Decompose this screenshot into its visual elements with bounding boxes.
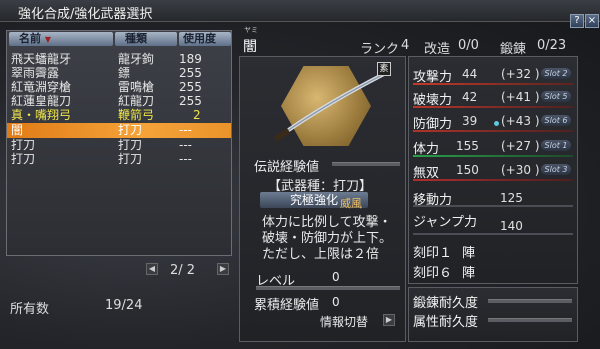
help-button[interactable]: ? [570, 14, 584, 28]
title-bar: 強化合成/強化武器選択 [0, 0, 600, 22]
stat-break-bar [413, 106, 573, 108]
skill-desc-line3: ただし、上限は２倍 [262, 247, 380, 262]
list-item-selected[interactable]: 闇 打刀 --- [7, 123, 231, 138]
list-item[interactable]: 紅竜淵穿槍 雷鳴槍 255 [7, 81, 231, 94]
rank-label: ランク [360, 42, 400, 57]
skill-name: 究極強化 [289, 193, 338, 207]
weapon-furigana: ヤミ [244, 26, 258, 34]
stat-life-bar [413, 155, 573, 157]
mark-6-label: 刻印６ [413, 266, 453, 281]
material-tag: 素 [377, 62, 391, 76]
slot-badge: Slot 5 [541, 91, 571, 102]
stat-break-value: 42 [462, 90, 478, 104]
stat-move-bar [413, 205, 573, 207]
stat-jump-bar [413, 233, 573, 235]
level-bar [256, 286, 400, 290]
stat-life-bonus: (+27 ) [501, 139, 540, 153]
stat-defense-bar [413, 130, 573, 132]
slot-badge: Slot 2 [541, 68, 571, 79]
stat-move-value: 125 [500, 191, 523, 205]
stat-musou-bar [413, 179, 573, 181]
list-item[interactable]: 真・嘴翔弓 鞭箭弓 2 [7, 109, 231, 122]
list-header: 名前 ▼ 種類 使用度 [7, 31, 231, 47]
list-item[interactable]: 紅蓮皇龍刀 紅龍刀 255 [7, 95, 231, 108]
arrow-left-icon[interactable]: ◀ [146, 263, 158, 275]
legend-exp-bar [332, 162, 400, 166]
list-item[interactable]: 打刀 打刀 --- [7, 153, 231, 166]
owned-value: 19/24 [105, 298, 143, 313]
level-value: 0 [332, 270, 340, 284]
stat-break-bonus: (+41 ) [501, 90, 540, 104]
stat-life-value: 155 [456, 139, 479, 153]
stat-attack-bonus: (+32 ) [501, 67, 540, 81]
mark-6-value: 陣 [462, 266, 476, 281]
legend-exp-label: 伝説経験値 [254, 160, 320, 175]
cumulative-exp-value: 0 [332, 295, 340, 309]
katana-icon [273, 72, 385, 142]
tanren-label: 鍛錬 [500, 42, 527, 57]
arrow-right-icon[interactable]: ▶ [217, 263, 229, 275]
gem-icon [494, 121, 499, 126]
window-title: 強化合成/強化武器選択 [18, 7, 153, 22]
zokusei-durability-label: 属性耐久度 [413, 315, 479, 330]
list-item[interactable]: 飛天蟠龍牙 龍牙鉤 189 [7, 53, 231, 66]
owned-label: 所有数 [10, 302, 50, 317]
tanren-value: 0/23 [537, 38, 567, 53]
header-uses[interactable]: 使用度 [179, 32, 231, 46]
stat-defense-value: 39 [462, 114, 478, 128]
list-item[interactable]: 翠雨霽露 鏢 255 [7, 67, 231, 80]
tanren-durability-bar [488, 299, 572, 303]
weapon-name: 闇 [243, 39, 257, 55]
stat-jump-label: ジャンプ力 [413, 215, 477, 230]
info-switch-label[interactable]: 情報切替 [320, 313, 368, 330]
header-type[interactable]: 種類 [115, 32, 177, 46]
rank-value: 4 [401, 38, 410, 53]
slot-badge: Slot 1 [541, 140, 571, 151]
list-item[interactable]: 打刀 打刀 --- [7, 139, 231, 152]
stat-musou-value: 150 [456, 163, 479, 177]
slot-badge: Slot 3 [541, 164, 571, 175]
cumulative-exp-label: 累積経験値 [254, 298, 320, 313]
info-switch-icon[interactable]: ▶ [383, 314, 395, 326]
sort-down-icon: ▼ [44, 35, 51, 44]
kaizo-value: 0/0 [458, 38, 479, 53]
stat-defense-bonus: (+43 ) [501, 114, 540, 128]
stat-attack-value: 44 [462, 67, 478, 81]
slot-badge: Slot 6 [541, 115, 571, 126]
stat-jump-value: 140 [500, 219, 523, 233]
stat-attack-bar [413, 83, 573, 85]
kaizo-label: 改造 [424, 42, 451, 57]
tanren-durability-label: 鍛錬耐久度 [413, 296, 479, 311]
zokusei-durability-bar [488, 318, 572, 322]
header-name[interactable]: 名前 ▼ [9, 32, 113, 46]
mark-1-value: 陣 [462, 246, 476, 261]
skill-kind: 威風 [340, 197, 362, 210]
page-indicator: 2/ 2 [170, 263, 196, 278]
mark-1-label: 刻印１ [413, 246, 453, 261]
weapon-list: 名前 ▼ 種類 使用度 飛天蟠龍牙 龍牙鉤 189 翠雨霽露 鏢 255 紅竜淵… [6, 30, 232, 256]
close-button[interactable]: × [585, 14, 599, 28]
stat-musou-bonus: (+30 ) [501, 163, 540, 177]
